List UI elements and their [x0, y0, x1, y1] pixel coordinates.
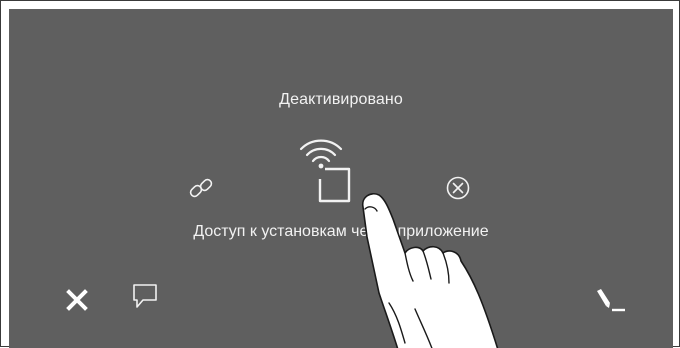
remote-access-description: Доступ к установкам через приложение [193, 223, 489, 240]
status-label: Деактивировано [279, 91, 403, 108]
pen-icon[interactable] [593, 285, 627, 315]
control-panel-display: Деактивировано Доступ к установкам через… [9, 9, 673, 348]
pointing-hand-illustration [361, 192, 499, 348]
wifi-phone-icon[interactable] [295, 129, 357, 205]
device-screen-frame: Деактивировано Доступ к установкам через… [0, 0, 680, 348]
speech-bubble-icon[interactable] [130, 281, 160, 311]
link-icon[interactable] [187, 174, 215, 202]
close-icon[interactable] [66, 289, 88, 311]
